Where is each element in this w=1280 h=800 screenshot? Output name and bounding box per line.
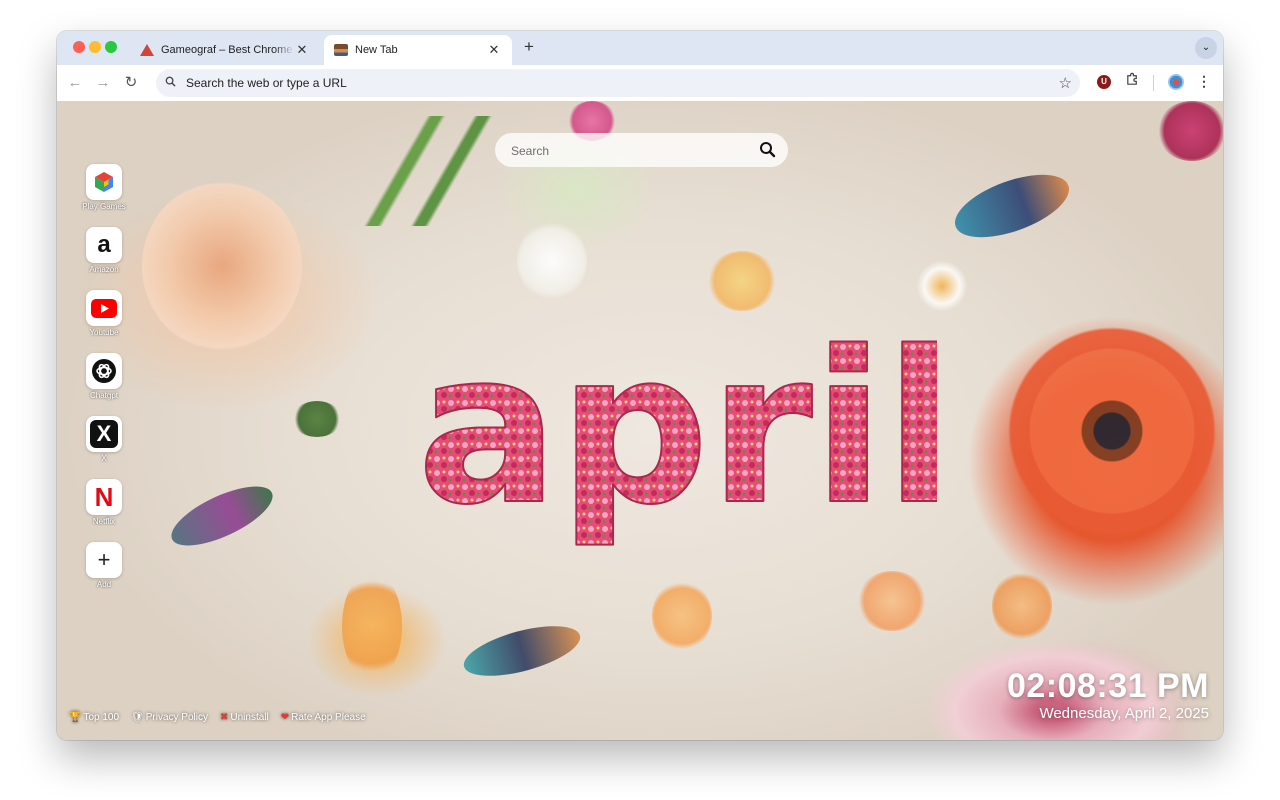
new-tab-page: Play Games a Amazon Youtube Chatgpt <box>57 101 1223 740</box>
tab-title: New Tab <box>355 44 398 56</box>
shortcut-add[interactable]: + Add <box>77 542 131 598</box>
toolbar-divider <box>1153 75 1154 91</box>
ublock-u-icon[interactable]: U <box>1097 75 1111 89</box>
shortcut-label: Youtube <box>89 328 119 337</box>
netflix-n-icon: N <box>86 479 122 515</box>
shortcut-label: X <box>101 454 107 463</box>
shortcut-label: Play Games <box>82 202 126 211</box>
plus-icon: + <box>86 542 122 578</box>
shortcut-label: Add <box>96 580 112 589</box>
april-letter-a: april <box>417 306 937 551</box>
youtube-play-icon <box>86 290 122 326</box>
footer-link-uninstall[interactable]: ✖ Uninstall <box>220 712 269 723</box>
tab-gameograf[interactable]: Gameograf – Best Chrome Li ✕ <box>130 35 320 65</box>
shortcut-label: Netflix <box>92 517 116 526</box>
omnibox[interactable]: Search the web or type a URL ☆ <box>156 69 1080 97</box>
shortcut-chatgpt[interactable]: Chatgpt <box>77 353 131 409</box>
minimize-window-button[interactable] <box>89 41 101 53</box>
toolbar: ← → ↻ Search the web or type a URL ☆ U ⋮ <box>57 65 1223 102</box>
tab-title: Gameograf – Best Chrome Li <box>161 44 294 56</box>
shield-icon: 🛡 <box>131 712 144 723</box>
forward-arrow-icon[interactable]: → <box>93 73 113 93</box>
april-flower-lettering: april <box>377 301 958 561</box>
clock-time: 02:08:31 PM <box>1006 667 1209 705</box>
shortcut-amazon[interactable]: a Amazon <box>77 227 131 283</box>
shortcut-x[interactable]: X X <box>77 416 131 472</box>
reload-icon[interactable]: ↻ <box>121 73 141 93</box>
heart-icon: ❤ <box>280 712 290 723</box>
tab-strip: Gameograf – Best Chrome Li ✕ New Tab ✕ +… <box>57 31 1223 65</box>
trophy-icon: 🏆 <box>69 712 82 723</box>
shortcut-play-games[interactable]: Play Games <box>77 164 131 220</box>
x-logo-icon: X <box>86 416 122 452</box>
search-bar[interactable] <box>495 133 788 169</box>
chatgpt-knot-icon <box>86 353 122 389</box>
new-tab-button[interactable]: + <box>519 37 539 57</box>
footer-links: 🏆 Top 100 🛡 Privacy Policy ✖ Uninstall ❤ Rat… <box>69 712 366 723</box>
shortcut-netflix[interactable]: N Netflix <box>77 479 131 535</box>
extensions-puzzle-icon[interactable] <box>1125 72 1140 91</box>
gameograf-triangle-icon <box>140 44 154 56</box>
clock-date: Wednesday, April 2, 2025 <box>1039 705 1209 722</box>
shortcut-youtube[interactable]: Youtube <box>77 290 131 346</box>
back-arrow-icon[interactable]: ← <box>65 73 85 93</box>
cross-mark-icon: ✖ <box>220 712 229 723</box>
browser-window: Gameograf – Best Chrome Li ✕ New Tab ✕ +… <box>57 31 1223 740</box>
search-icon[interactable] <box>758 140 778 160</box>
close-icon[interactable]: ✕ <box>486 42 502 58</box>
tab-search-chevron-icon[interactable]: ⌄ <box>1195 37 1217 59</box>
play-games-cube-icon <box>86 164 122 200</box>
april-wallpaper-thumbnail-icon <box>334 44 348 56</box>
search-icon <box>162 76 178 90</box>
tab-new-tab[interactable]: New Tab ✕ <box>324 35 512 65</box>
omnibox-placeholder: Search the web or type a URL <box>186 76 347 90</box>
profile-avatar-icon[interactable] <box>1168 74 1184 90</box>
star-icon[interactable]: ☆ <box>1059 74 1072 92</box>
footer-link-top-100[interactable]: 🏆 Top 100 <box>69 712 119 723</box>
more-menu-icon[interactable]: ⋮ <box>1197 73 1211 90</box>
clock-widget: 02:08:31 PM Wednesday, April 2, 2025 <box>1007 667 1209 723</box>
footer-link-rate-app[interactable]: ❤ Rate App Please <box>281 712 366 723</box>
close-window-button[interactable] <box>73 41 85 53</box>
close-icon[interactable]: ✕ <box>294 42 310 58</box>
footer-link-privacy-policy[interactable]: 🛡 Privacy Policy <box>131 712 208 723</box>
amazon-a-icon: a <box>86 227 122 263</box>
search-input[interactable] <box>509 133 753 169</box>
maximize-window-button[interactable] <box>105 41 117 53</box>
april-word: april <box>416 305 958 552</box>
shortcut-label: Chatgpt <box>89 391 119 400</box>
shortcut-label: Amazon <box>89 265 119 274</box>
